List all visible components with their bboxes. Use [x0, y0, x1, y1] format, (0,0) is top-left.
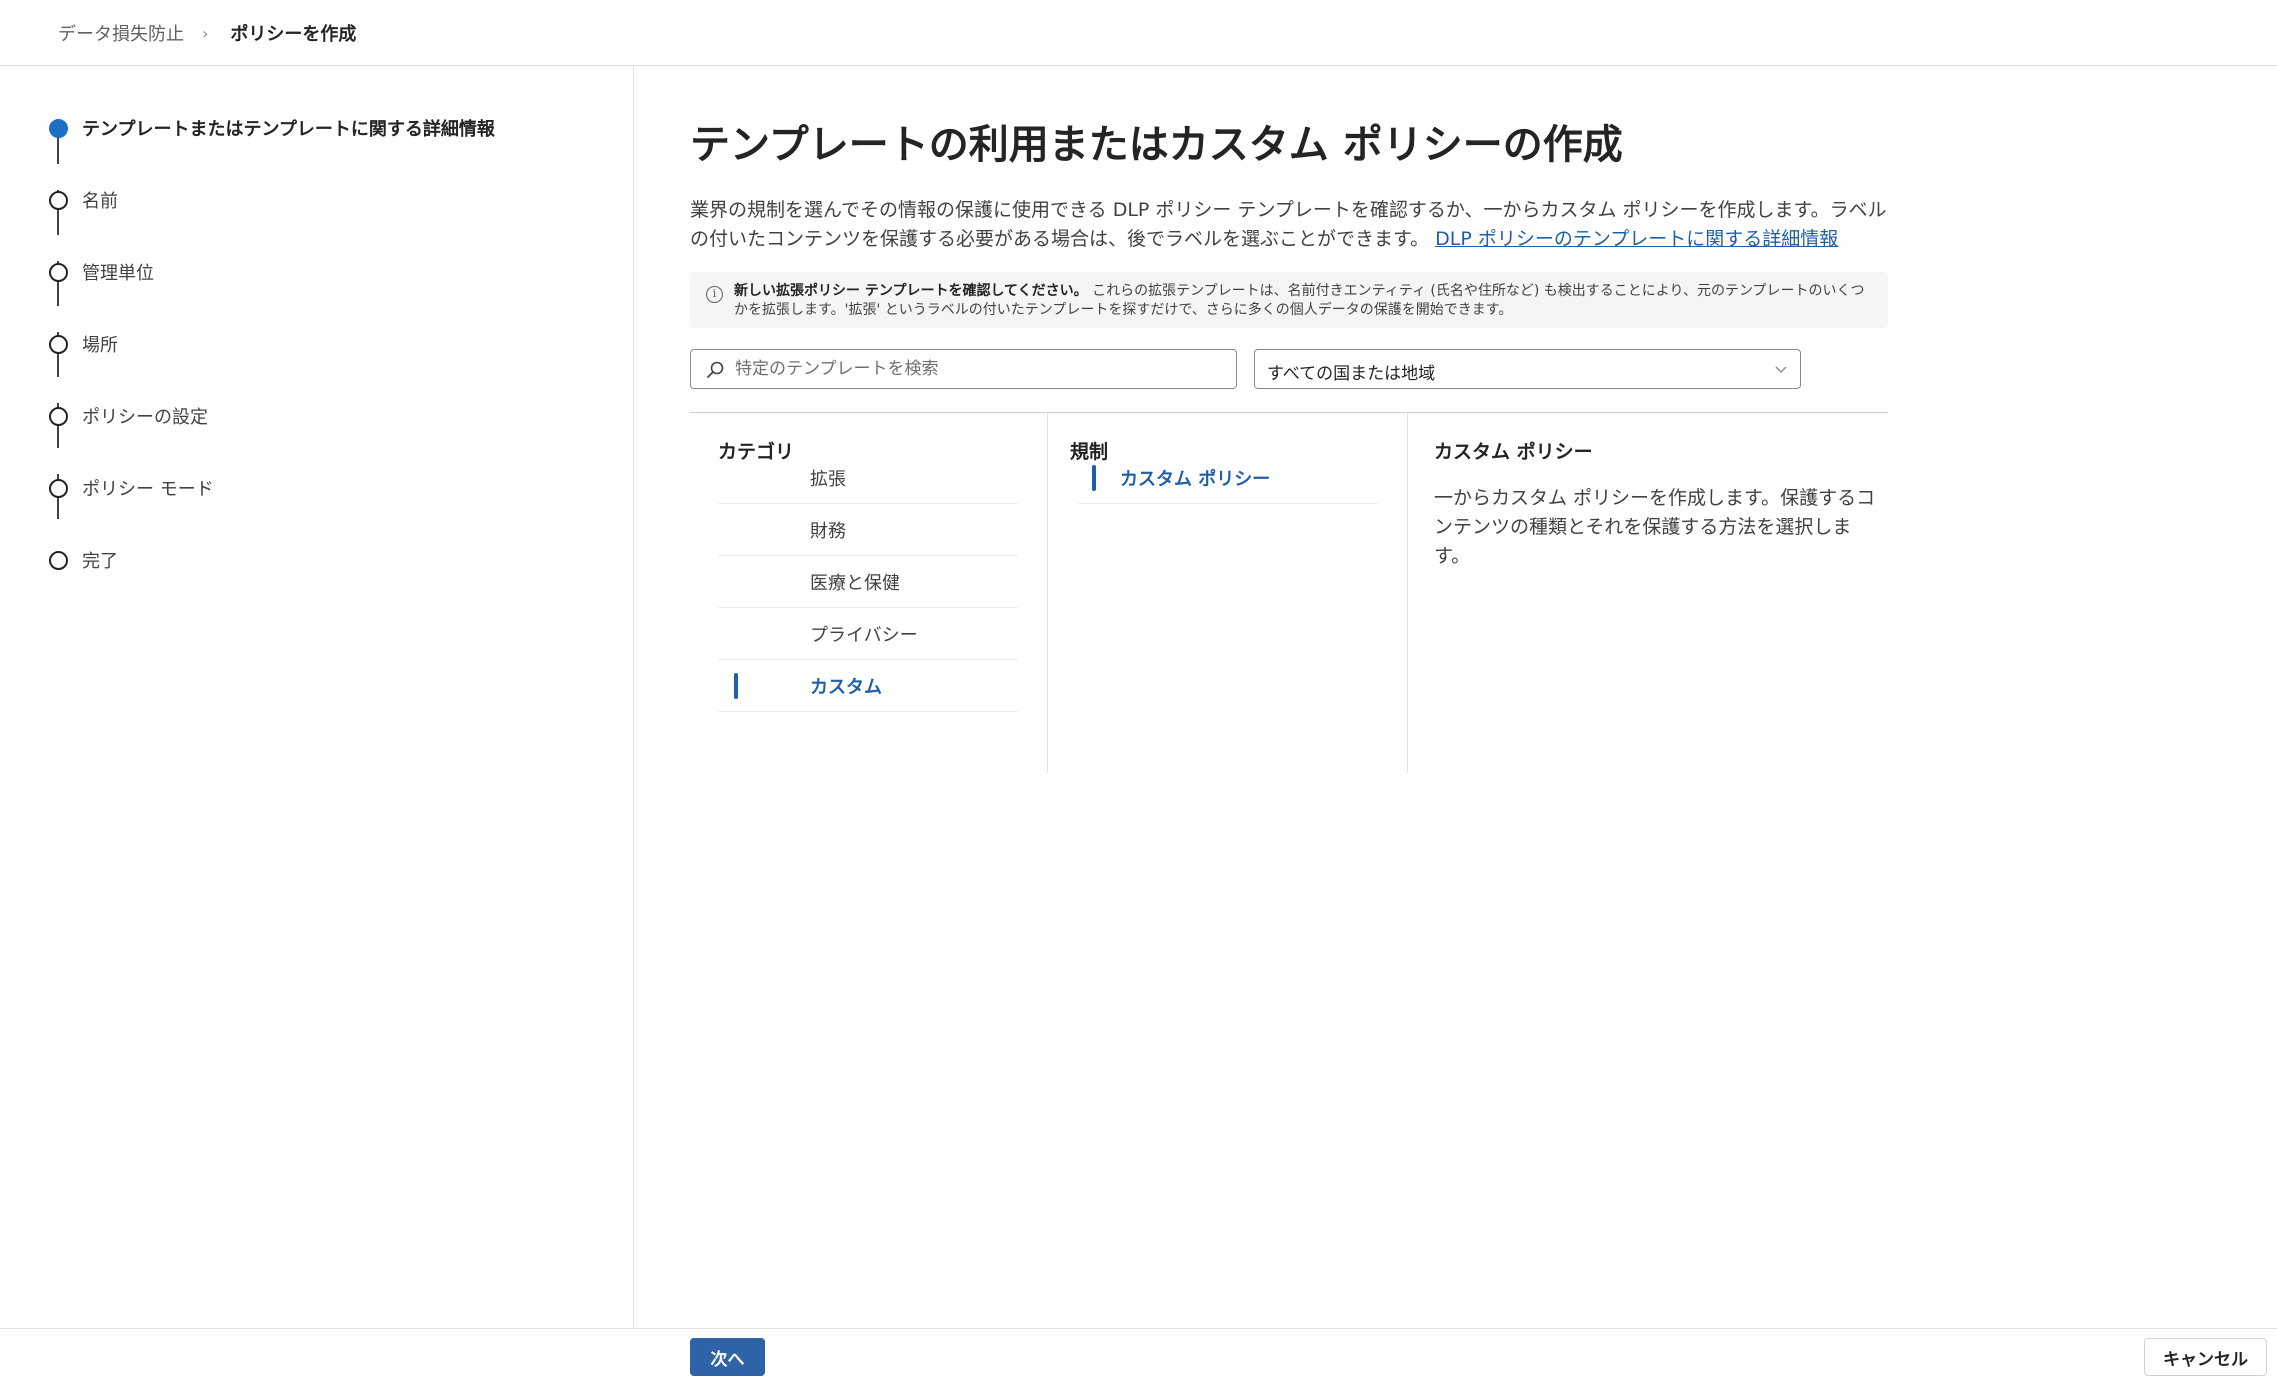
breadcrumb: データ損失防止 › ポリシーを作成: [58, 20, 356, 46]
details-title: カスタム ポリシー: [1434, 441, 1593, 463]
step-label: 名前: [82, 191, 118, 212]
search-input[interactable]: [735, 350, 1225, 388]
category-item-privacy[interactable]: プライバシー: [718, 608, 1018, 660]
step-indicator-icon: [49, 406, 68, 426]
regulations-column: 規制 カスタム ポリシー: [1048, 413, 1408, 773]
regulations-list: カスタム ポリシー: [1078, 452, 1378, 504]
category-item-enhanced[interactable]: 拡張: [718, 452, 1018, 504]
region-dropdown[interactable]: すべての国または地域: [1254, 349, 1801, 389]
info-message-bar: i 新しい拡張ポリシー テンプレートを確認してください。 これらの拡張テンプレー…: [690, 272, 1888, 328]
step-indicator-icon: [49, 190, 68, 210]
step-label: 完了: [82, 551, 118, 572]
step-label: 管理単位: [82, 263, 154, 284]
step-label: ポリシーの設定: [82, 407, 208, 428]
chevron-down-icon: [1775, 366, 1787, 373]
category-list: 拡張 財務 医療と保健 プライバシー カスタム: [718, 452, 1018, 712]
category-item-custom[interactable]: カスタム: [718, 660, 1018, 712]
template-search-box[interactable]: [690, 349, 1237, 389]
page-title: テンプレートの利用またはカスタム ポリシーの作成: [690, 122, 1623, 168]
regulation-label: カスタム ポリシー: [1120, 469, 1271, 490]
learn-more-link[interactable]: DLP ポリシーのテンプレートに関する詳細情報: [1435, 228, 1838, 250]
step-label: テンプレートまたはテンプレートに関する詳細情報: [82, 119, 495, 140]
next-button[interactable]: 次へ: [690, 1338, 765, 1376]
footer-bar: 次へ キャンセル: [0, 1328, 2277, 1385]
cancel-button[interactable]: キャンセル: [2144, 1338, 2267, 1376]
wizard-stepper: テンプレートまたはテンプレートに関する詳細情報 名前 管理単位 場所 ポリシーの…: [0, 66, 634, 1329]
details-description: 一からカスタム ポリシーを作成します。保護するコンテンツの種類とそれを保護する方…: [1434, 487, 1876, 567]
step-current-indicator-icon: [49, 118, 68, 138]
breadcrumb-parent-link[interactable]: データ損失防止: [58, 20, 184, 46]
category-item-financial[interactable]: 財務: [718, 504, 1018, 556]
step-label: 場所: [82, 335, 118, 356]
category-label: 医療と保健: [810, 573, 900, 594]
step-indicator-icon: [49, 550, 68, 570]
details-column: カスタム ポリシー 一からカスタム ポリシーを作成します。保護するコンテンツの種…: [1408, 413, 1888, 773]
selection-indicator: [734, 673, 738, 699]
category-label: プライバシー: [810, 625, 918, 646]
step-indicator-icon: [49, 334, 68, 354]
breadcrumb-current: ポリシーを作成: [230, 24, 357, 45]
breadcrumb-chevron-icon: ›: [202, 23, 209, 43]
region-dropdown-value: すべての国または地域: [1267, 364, 1436, 384]
category-column: カテゴリ 拡張 財務 医療と保健 プライバシー カスタム: [690, 413, 1048, 773]
selection-indicator: [1092, 465, 1096, 491]
step-label: ポリシー モード: [82, 479, 214, 500]
search-icon: [707, 361, 724, 378]
page-description: 業界の規制を選んでその情報の保護に使用できる DLP ポリシー テンプレートを確…: [690, 196, 1890, 254]
info-message-bold: 新しい拡張ポリシー テンプレートを確認してください。: [734, 283, 1088, 299]
category-label: カスタム: [810, 677, 882, 698]
category-item-medical[interactable]: 医療と保健: [718, 556, 1018, 608]
category-label: 財務: [810, 521, 846, 542]
info-icon: i: [706, 286, 723, 303]
regulation-item-custom-policy[interactable]: カスタム ポリシー: [1078, 452, 1378, 504]
step-indicator-icon: [49, 478, 68, 498]
category-label: 拡張: [810, 469, 846, 490]
step-indicator-icon: [49, 262, 68, 282]
top-bar: データ損失防止 › ポリシーを作成: [0, 0, 2277, 66]
info-message: 新しい拡張ポリシー テンプレートを確認してください。 これらの拡張テンプレートは…: [734, 282, 1874, 320]
